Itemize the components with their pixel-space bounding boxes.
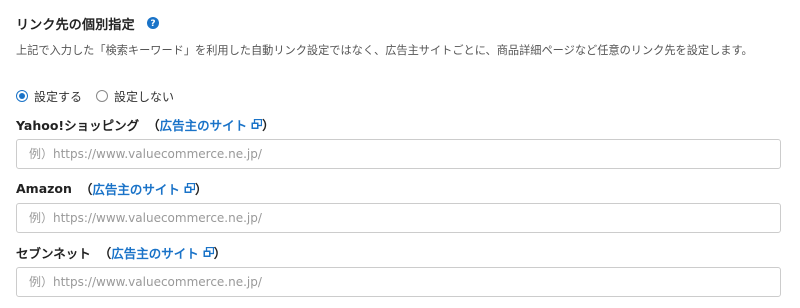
yahoo-shopping-url-input[interactable] — [16, 139, 781, 169]
radio-button-enable[interactable] — [16, 90, 28, 102]
close-paren: ） — [262, 117, 275, 133]
advertiser-link-label: 広告主のサイト — [159, 117, 248, 133]
close-paren: ） — [213, 245, 227, 261]
radio-option-enable[interactable]: 設定する — [16, 88, 82, 105]
radio-label-disable: 設定しない — [114, 89, 175, 104]
field-label-amazon: Amazon （ 広告主のサイト ） — [16, 179, 207, 197]
open-paren: （ — [79, 181, 93, 197]
open-paren: （ — [98, 245, 112, 261]
field-name: Yahoo!ショッピング — [16, 117, 140, 133]
advertiser-link-label: 広告主のサイト — [111, 245, 199, 261]
link-setting-radio-group: 設定する 設定しない — [16, 87, 188, 105]
close-paren: ） — [194, 181, 208, 197]
radio-label-enable: 設定する — [34, 89, 83, 104]
field-name: セブンネット — [16, 245, 91, 261]
question-circle-icon[interactable]: ? — [146, 17, 159, 29]
external-link-icon — [251, 118, 263, 130]
external-link-icon — [203, 246, 214, 258]
advertiser-site-link-seven-net[interactable]: 広告主のサイト — [111, 243, 214, 262]
radio-button-disable[interactable] — [96, 90, 109, 102]
field-label-seven-net: セブンネット （ 広告主のサイト ） — [16, 243, 226, 261]
seven-net-url-input[interactable] — [16, 267, 781, 297]
amazon-url-input[interactable] — [16, 203, 781, 233]
svg-text:?: ? — [150, 19, 155, 29]
radio-option-disable[interactable]: 設定しない — [96, 88, 174, 105]
section-header: リンク先の個別指定 ? — [16, 13, 159, 33]
section-title: リンク先の個別指定 — [16, 17, 135, 33]
section-description: 上記で入力した「検索キーワード」を利用した自動リンク設定ではなく、広告主サイトご… — [16, 44, 753, 57]
field-name: Amazon — [16, 180, 72, 196]
field-label-yahoo-shopping: Yahoo!ショッピング （ 広告主のサイト ） — [16, 115, 275, 133]
advertiser-site-link-yahoo[interactable]: 広告主のサイト — [160, 115, 263, 134]
open-paren: （ — [147, 117, 160, 133]
external-link-icon — [184, 182, 195, 194]
advertiser-site-link-amazon[interactable]: 広告主のサイト — [92, 179, 195, 198]
advertiser-link-label: 広告主のサイト — [92, 181, 180, 197]
